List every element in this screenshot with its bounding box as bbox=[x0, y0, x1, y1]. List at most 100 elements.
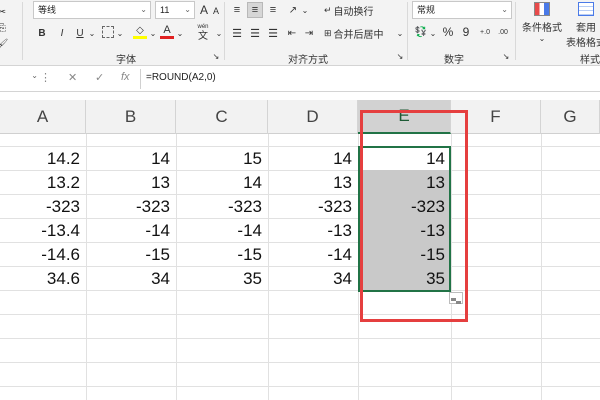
conditional-format-button[interactable]: 条件格式 ⌄ bbox=[518, 0, 566, 48]
font-color-button[interactable]: A bbox=[160, 24, 174, 40]
cell-b3[interactable]: 13 bbox=[86, 171, 176, 195]
orientation-icon[interactable]: ↗ bbox=[286, 3, 300, 17]
format-as-table-label-1: 套用 bbox=[576, 23, 596, 34]
cell-c7[interactable]: 35 bbox=[176, 267, 268, 291]
bold-label: B bbox=[38, 27, 46, 39]
wrap-text-label: 自动换行 bbox=[333, 6, 374, 18]
column-header-b[interactable]: B bbox=[86, 100, 176, 134]
cell-d7[interactable]: 34 bbox=[268, 267, 358, 291]
font-name-value: 等线 bbox=[38, 5, 57, 15]
cell-b2[interactable]: 14 bbox=[86, 147, 176, 171]
chevron-down-icon[interactable]: ⌄ bbox=[429, 26, 437, 40]
number-format-dropdown[interactable]: 常规 ⌄ bbox=[412, 1, 512, 19]
decrease-indent-icon[interactable]: ⇤ bbox=[285, 26, 299, 40]
phonetic-button[interactable]: wén 文 bbox=[192, 23, 214, 43]
cell-a2[interactable]: 14.2 bbox=[0, 147, 86, 171]
gridline-horizontal bbox=[0, 386, 600, 387]
percent-button[interactable]: % bbox=[442, 25, 454, 39]
wrap-text-button[interactable]: ↵ 自动换行 bbox=[324, 3, 388, 18]
format-painter-icon[interactable]: 🖌 bbox=[0, 38, 8, 50]
underline-button[interactable]: U bbox=[73, 26, 87, 40]
font-color-label: A bbox=[163, 24, 171, 36]
align-center-icon[interactable]: ☰ bbox=[248, 26, 262, 40]
dialog-launcher-icon[interactable]: ↘ bbox=[502, 52, 510, 61]
align-left-icon[interactable]: ☰ bbox=[230, 26, 244, 40]
bold-button[interactable]: B bbox=[35, 26, 49, 40]
cell-a6[interactable]: -14.6 bbox=[0, 243, 86, 267]
chevron-down-icon[interactable]: ⌄ bbox=[396, 26, 404, 40]
cell-c4[interactable]: -323 bbox=[176, 195, 268, 219]
cell-a5[interactable]: -13.4 bbox=[0, 219, 86, 243]
chevron-down-icon[interactable]: ⌄ bbox=[301, 3, 309, 17]
cell-d5[interactable]: -13 bbox=[268, 219, 358, 243]
column-header-a[interactable]: A bbox=[0, 100, 86, 134]
chevron-down-icon[interactable]: ⌄ bbox=[149, 26, 157, 40]
chevron-down-icon[interactable]: ⌄ bbox=[215, 26, 223, 40]
cell-b5[interactable]: -14 bbox=[86, 219, 176, 243]
group-label-number: 数字 bbox=[444, 55, 464, 66]
dialog-launcher-icon[interactable]: ↘ bbox=[396, 52, 404, 61]
gridline-vertical bbox=[541, 134, 542, 400]
cell-c2[interactable]: 15 bbox=[176, 147, 268, 171]
copy-icon[interactable]: ⎘ bbox=[0, 22, 8, 34]
chevron-down-icon[interactable]: ⌄ bbox=[88, 26, 96, 40]
highlight-box bbox=[360, 110, 468, 322]
wrap-text-icon: ↵ bbox=[324, 4, 332, 15]
cell-d4[interactable]: -323 bbox=[268, 195, 358, 219]
cell-a7[interactable]: 34.6 bbox=[0, 267, 86, 291]
enter-icon[interactable]: ✓ bbox=[95, 71, 104, 84]
increase-font-size-button[interactable]: A bbox=[198, 2, 210, 18]
cell-a4[interactable]: -323 bbox=[0, 195, 86, 219]
phonetic-label: wén bbox=[197, 24, 209, 30]
dialog-launcher-icon[interactable]: ↘ bbox=[212, 52, 220, 61]
cancel-icon[interactable]: ✕ bbox=[68, 71, 77, 84]
cell-c6[interactable]: -15 bbox=[176, 243, 268, 267]
increase-indent-icon[interactable]: ⇥ bbox=[302, 26, 316, 40]
cell-b4[interactable]: -323 bbox=[86, 195, 176, 219]
cell-b7[interactable]: 34 bbox=[86, 267, 176, 291]
align-right-icon[interactable]: ☰ bbox=[266, 26, 280, 40]
column-headers: ABCDEFG bbox=[0, 100, 600, 134]
align-bottom-icon[interactable]: ≡ bbox=[266, 3, 280, 17]
chevron-down-icon[interactable]: ⌄ bbox=[176, 26, 184, 40]
comma-style-button[interactable]: 9 bbox=[460, 25, 472, 39]
currency-icon[interactable]: 💱 bbox=[414, 25, 428, 39]
column-header-d[interactable]: D bbox=[268, 100, 358, 134]
decrease-font-size-button[interactable]: A bbox=[211, 3, 221, 19]
chevron-down-icon: ⌄ bbox=[140, 5, 147, 14]
font-name-dropdown[interactable]: 等线 ⌄ bbox=[33, 1, 151, 19]
merge-center-button[interactable]: ⊞ 合并后居中 bbox=[324, 26, 396, 41]
increase-decimal-icon[interactable]: +.0 bbox=[478, 25, 492, 39]
cell-d3[interactable]: 13 bbox=[268, 171, 358, 195]
chevron-down-icon[interactable]: ⌄ bbox=[116, 26, 124, 40]
cut-icon[interactable]: ✂ bbox=[0, 6, 8, 18]
fill-color-icon[interactable]: ◇ bbox=[133, 24, 147, 40]
column-header-g[interactable]: G bbox=[541, 100, 600, 134]
align-middle-icon[interactable]: ≡ bbox=[247, 2, 263, 18]
cell-b6[interactable]: -15 bbox=[86, 243, 176, 267]
formula-bar: ⌄ ⋮ ✕ ✓ fx =ROUND(A2,0) bbox=[0, 66, 600, 92]
format-as-table-label-2: 表格格式 bbox=[566, 38, 600, 49]
cell-a3[interactable]: 13.2 bbox=[0, 171, 86, 195]
font-size-dropdown[interactable]: 11 ⌄ bbox=[155, 1, 195, 19]
cell-d2[interactable]: 14 bbox=[268, 147, 358, 171]
border-icon[interactable] bbox=[102, 26, 114, 38]
gridline-horizontal bbox=[0, 338, 600, 339]
column-header-c[interactable]: C bbox=[176, 100, 268, 134]
cell-c3[interactable]: 14 bbox=[176, 171, 268, 195]
group-separator bbox=[22, 2, 23, 60]
conditional-format-icon bbox=[534, 2, 550, 16]
more-options-icon[interactable]: ⋮ bbox=[40, 71, 51, 84]
cell-c5[interactable]: -14 bbox=[176, 219, 268, 243]
align-top-icon[interactable]: ≡ bbox=[230, 3, 244, 17]
fx-label: fx bbox=[121, 71, 130, 83]
format-as-table-button[interactable]: 套用 表格格式 bbox=[566, 0, 600, 50]
decrease-decimal-icon[interactable]: .00 bbox=[496, 25, 510, 39]
formula-input[interactable]: =ROUND(A2,0) bbox=[146, 72, 216, 83]
gridline-horizontal bbox=[0, 362, 600, 363]
sheet-grid: ABCDEFG 14.2 14 15 14 14 13.2 13 14 13 13 -323 -323… bbox=[0, 92, 600, 400]
insert-function-button[interactable]: fx bbox=[121, 71, 130, 83]
italic-button[interactable]: I bbox=[55, 26, 69, 40]
cell-d6[interactable]: -14 bbox=[268, 243, 358, 267]
ribbon: ✂ ⎘ 🖌 等线 ⌄ 11 ⌄ A A B I U ⌄ ⌄ ◇ ⌄ A ⌄ wé… bbox=[0, 0, 600, 66]
